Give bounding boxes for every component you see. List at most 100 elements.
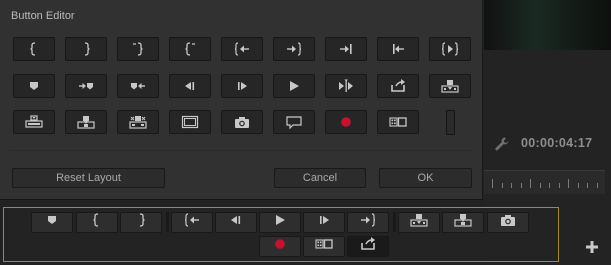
comment-icon (285, 115, 303, 129)
ruler-tick (587, 183, 588, 188)
editor-button-add-marker[interactable] (13, 74, 55, 98)
ruler-tick (558, 183, 560, 188)
editor-button-record[interactable] (325, 110, 367, 134)
add-marker-icon (43, 213, 61, 232)
editor-button-multi-camera[interactable] (377, 110, 419, 134)
multi-camera-icon (315, 237, 333, 256)
transport-button-step-forward[interactable] (303, 212, 345, 233)
record-icon (271, 237, 289, 256)
ruler-tick (492, 179, 493, 188)
go-to-out-icon (285, 42, 303, 56)
editor-button-overwrite[interactable] (65, 110, 107, 134)
editor-button-go-to-previous-marker[interactable] (117, 74, 159, 98)
add-marker-icon (25, 79, 43, 93)
transport-button-multi-camera[interactable] (303, 236, 345, 257)
editor-button-go-to-next-edit[interactable] (325, 37, 367, 61)
ruler-tick (530, 179, 531, 188)
step-back-icon (181, 79, 199, 93)
transport-button-export-frame[interactable] (347, 236, 389, 257)
editor-button-extract[interactable] (117, 110, 159, 134)
go-to-next-marker-icon (77, 79, 95, 93)
ruler-tick (511, 183, 512, 188)
play-stop-icon (285, 79, 303, 93)
editor-button-camera[interactable] (221, 110, 263, 134)
ruler-tick (577, 183, 579, 188)
export-frame-icon (359, 237, 377, 256)
camera-icon (233, 115, 251, 129)
transport-button-add-marker[interactable] (31, 212, 73, 233)
transport-button-mark-in[interactable] (76, 212, 118, 233)
editor-button-play-stop[interactable] (273, 74, 315, 98)
ruler-tick (568, 179, 569, 188)
play-around-icon (337, 79, 355, 93)
mark-in-icon (25, 42, 43, 56)
clear-out-icon (181, 42, 199, 56)
editor-button-go-to-previous-edit[interactable] (377, 37, 419, 61)
dialog-title: Button Editor (11, 10, 75, 22)
add-button-icon[interactable] (585, 240, 599, 254)
multi-camera-icon (389, 115, 407, 129)
mark-in-icon (88, 213, 106, 232)
transport-button-insert[interactable] (398, 212, 440, 233)
go-to-previous-marker-icon (129, 79, 147, 93)
insert-icon (441, 79, 459, 93)
camera-icon (499, 213, 517, 232)
reset-layout-button[interactable]: Reset Layout (12, 168, 165, 188)
editor-button-play-around[interactable] (325, 74, 367, 98)
editor-button-safe-margins[interactable] (169, 110, 211, 134)
playhead-timecode[interactable]: 00:00:04:17 (521, 136, 592, 150)
ruler-tick (596, 183, 598, 188)
time-ruler[interactable] (484, 170, 605, 194)
insert-icon (410, 213, 428, 232)
editor-button-loop[interactable] (377, 74, 419, 98)
transport-button-camera[interactable] (487, 212, 529, 233)
mark-out-icon (132, 213, 150, 232)
transport-button-record[interactable] (259, 236, 301, 257)
extract-icon (129, 115, 147, 129)
cancel-button[interactable]: Cancel (274, 168, 366, 188)
ok-button[interactable]: OK (379, 168, 472, 188)
editor-button-mark-out[interactable] (65, 37, 107, 61)
editor-button-go-to-in[interactable] (221, 37, 263, 61)
editor-button-insert[interactable] (429, 74, 471, 98)
editor-button-lift[interactable] (13, 110, 55, 134)
mark-out-icon (77, 42, 95, 56)
clear-in-icon (129, 42, 147, 56)
go-to-next-edit-icon (337, 42, 355, 56)
lift-icon (25, 115, 43, 129)
editor-button-step-forward[interactable] (221, 74, 263, 98)
editor-button-step-back[interactable] (169, 74, 211, 98)
transport-button-mark-out[interactable] (120, 212, 162, 233)
editor-button-play-in-to-out[interactable] (429, 37, 471, 61)
loop-icon (389, 79, 407, 93)
ruler-tick (549, 183, 550, 188)
button-editor-dialog: Button Editor Reset Layout Cancel OK (0, 0, 483, 200)
ruler-tick (501, 183, 503, 188)
step-forward-icon (233, 79, 251, 93)
go-to-in-icon (233, 42, 251, 56)
spacer-handle[interactable] (446, 110, 455, 135)
go-to-in-icon (183, 213, 201, 232)
transport-button-go-to-in[interactable] (171, 212, 213, 233)
transport-button-overwrite[interactable] (442, 212, 484, 233)
step-back-icon (227, 213, 245, 232)
ruler-tick (539, 183, 541, 188)
overwrite-icon (77, 115, 95, 129)
editor-button-go-to-out[interactable] (273, 37, 315, 61)
record-icon (337, 115, 355, 129)
editor-button-clear-in[interactable] (117, 37, 159, 61)
overwrite-icon (454, 213, 472, 232)
editor-button-comment[interactable] (273, 110, 315, 134)
wrench-icon[interactable] (494, 136, 510, 152)
video-preview (484, 0, 611, 50)
program-monitor: 00:00:04:17 Button Editor Reset Layout C… (0, 0, 611, 265)
transport-button-play-stop[interactable] (259, 212, 301, 233)
editor-button-go-to-next-marker[interactable] (65, 74, 107, 98)
divider (10, 150, 472, 151)
editor-button-mark-in[interactable] (13, 37, 55, 61)
play-stop-icon (271, 213, 289, 232)
safe-margins-icon (181, 115, 199, 129)
transport-button-go-to-out[interactable] (347, 212, 389, 233)
editor-button-clear-out[interactable] (169, 37, 211, 61)
transport-button-step-back[interactable] (215, 212, 257, 233)
